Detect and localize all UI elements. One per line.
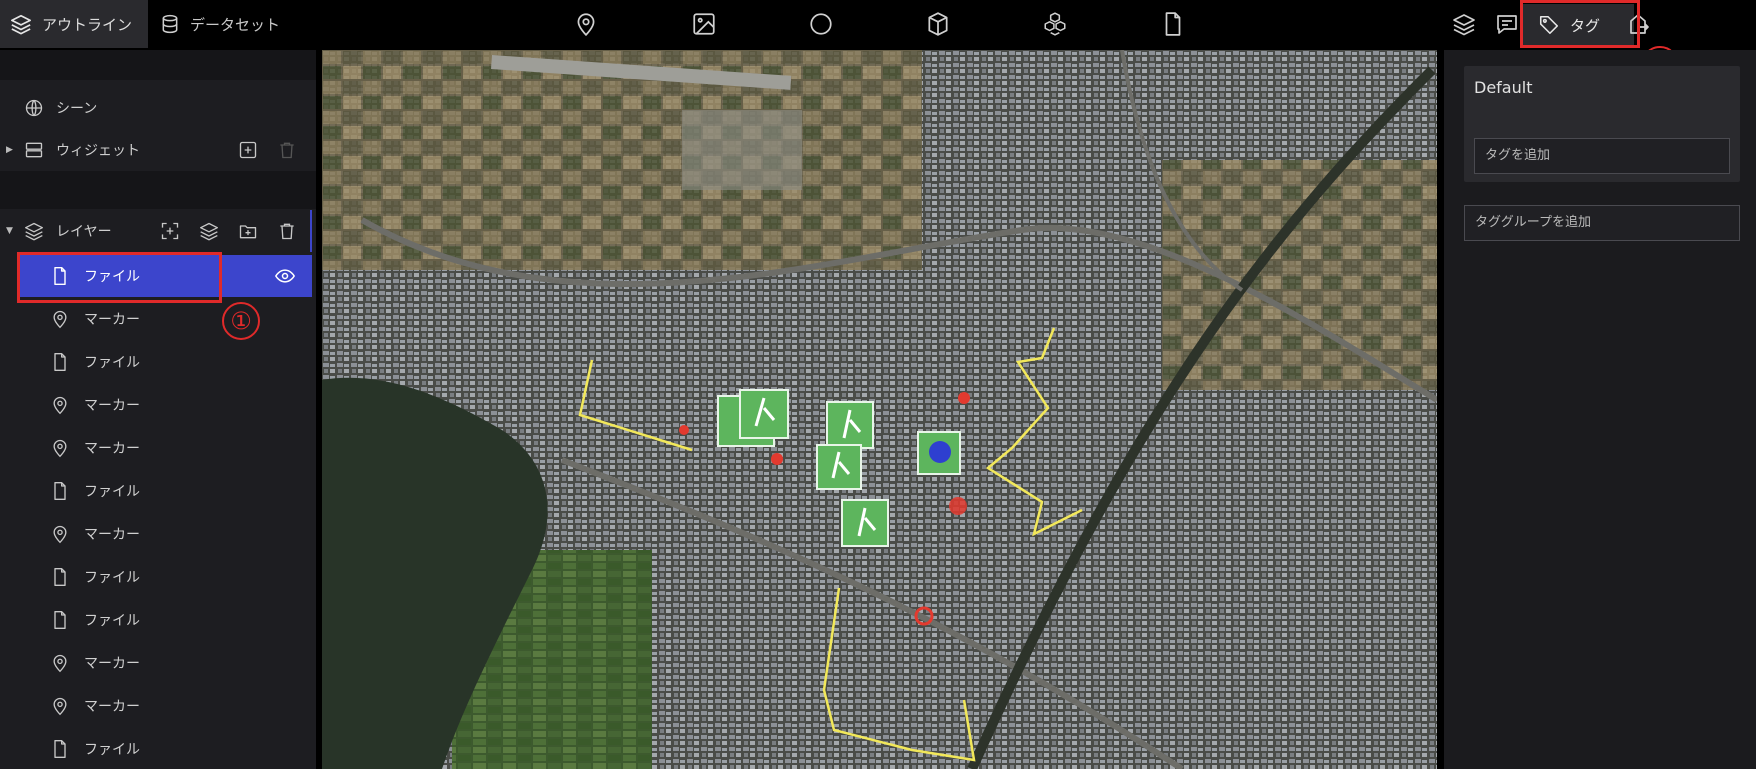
delete-layer-icon[interactable] [277, 221, 297, 241]
comment-icon[interactable] [1495, 12, 1519, 36]
file-icon [54, 353, 66, 371]
satellite-map[interactable] [322, 50, 1437, 769]
layers-header[interactable]: ▼ レイヤー [0, 210, 312, 252]
annotation-1: ① [222, 302, 260, 340]
layer-label: マーカー [84, 656, 140, 672]
layer-item-marker[interactable]: マーカー [18, 685, 312, 727]
file-icon [54, 568, 66, 586]
layers-header-label: レイヤー [56, 224, 112, 240]
layers-icon[interactable] [1452, 12, 1476, 36]
scene-item[interactable]: シーン [0, 87, 312, 129]
map-viewport[interactable] [322, 50, 1437, 769]
file-icon [54, 740, 66, 758]
layer-label: ファイル [84, 570, 140, 586]
add-tag-group-input[interactable]: タググループを追加 [1464, 205, 1740, 241]
layer-item-marker[interactable]: マーカー [18, 298, 312, 340]
layer-label: マーカー [84, 527, 140, 543]
database-icon [162, 14, 178, 34]
file-icon[interactable] [1160, 11, 1186, 37]
layer-item-marker[interactable]: マーカー [18, 384, 312, 426]
layer-item-file[interactable]: ファイル [18, 470, 312, 512]
collapse-caret-icon[interactable]: ▼ [6, 226, 16, 236]
tab-tag[interactable]: タグ [1522, 4, 1634, 46]
add-layer-icon[interactable] [160, 221, 180, 241]
marker-icon [53, 654, 67, 673]
add-tag-input[interactable]: タグを追加 [1474, 138, 1730, 174]
widget-icon [25, 142, 43, 158]
delete-widget-icon[interactable] [277, 140, 297, 160]
image-icon[interactable] [691, 11, 717, 37]
marker-icon [53, 439, 67, 458]
tab-outline-label: アウトライン [42, 15, 133, 34]
expand-caret-icon[interactable]: ▶ [6, 145, 16, 155]
outline-panel: シーン ▶ ウィジェット ▼ レイヤー ファイル マーカー ファイル マーカー … [0, 50, 316, 769]
layer-label: ファイル [84, 484, 140, 500]
layer-label: ファイル [84, 742, 140, 758]
circle-icon[interactable] [808, 11, 834, 37]
shelter-marker-icon[interactable] [717, 389, 789, 447]
marker-icon [53, 525, 67, 544]
panel-spacer [0, 171, 316, 209]
tab-dataset-label: データセット [190, 15, 281, 34]
tag-group-title: Default [1474, 78, 1533, 97]
add-layer-group-icon[interactable] [199, 221, 219, 241]
cubes-icon[interactable] [1042, 11, 1068, 37]
layer-item-file[interactable]: ファイル [18, 255, 312, 297]
file-icon [54, 611, 66, 629]
layer-item-file[interactable]: ファイル [18, 599, 312, 641]
export-icon[interactable] [1626, 12, 1650, 36]
layer-item-marker[interactable]: マーカー [18, 427, 312, 469]
tag-icon [1539, 15, 1559, 35]
marker-icon [53, 396, 67, 415]
layer-item-file[interactable]: ファイル [18, 556, 312, 598]
tab-dataset[interactable]: データセット [150, 0, 310, 48]
layers-icon [11, 14, 31, 35]
tag-group-card: Default タグを追加 [1464, 66, 1740, 182]
shelter-marker-icon[interactable] [917, 431, 961, 475]
layer-item-marker[interactable]: マーカー [18, 642, 312, 684]
shelter-marker-icon[interactable] [816, 444, 862, 490]
layer-label: マーカー [84, 441, 140, 457]
tab-tag-label: タグ [1570, 16, 1601, 35]
layer-label: マーカー [84, 398, 140, 414]
point-marker-icon[interactable] [679, 425, 689, 435]
tag-panel: Default タグを追加 タググループを追加 [1444, 50, 1756, 769]
scene-label: シーン [56, 101, 98, 117]
point-marker-icon[interactable] [771, 453, 783, 465]
panel-spacer [0, 50, 316, 80]
layer-label: ファイル [84, 355, 140, 371]
cube-icon[interactable] [925, 11, 951, 37]
marker-icon [53, 310, 67, 329]
layer-label: ファイル [84, 613, 140, 629]
point-marker-icon[interactable] [949, 497, 967, 515]
marker-icon [53, 697, 67, 716]
widget-item[interactable]: ▶ ウィジェット [0, 129, 312, 171]
file-icon [54, 266, 66, 286]
layer-item-marker[interactable]: マーカー [18, 513, 312, 555]
globe-icon [25, 99, 43, 117]
top-toolbar: アウトライン データセット タグ [0, 0, 1756, 50]
layer-item-file[interactable]: ファイル [18, 341, 312, 383]
layer-label: マーカー [84, 699, 140, 715]
layer-label: マーカー [84, 312, 140, 328]
marker-icon[interactable] [573, 11, 599, 37]
layers-icon [25, 222, 43, 241]
eye-icon[interactable] [274, 266, 296, 286]
add-widget-icon[interactable] [238, 140, 258, 160]
layer-label: ファイル [84, 269, 140, 285]
point-marker-icon[interactable] [958, 392, 970, 404]
widget-label: ウィジェット [56, 143, 140, 159]
layer-item-file[interactable]: ファイル [18, 728, 312, 769]
file-icon [54, 482, 66, 500]
shelter-marker-icon[interactable] [826, 401, 874, 449]
tab-outline[interactable]: アウトライン [0, 0, 148, 48]
shelter-marker-icon[interactable] [841, 499, 889, 547]
folder-icon[interactable] [238, 221, 258, 241]
